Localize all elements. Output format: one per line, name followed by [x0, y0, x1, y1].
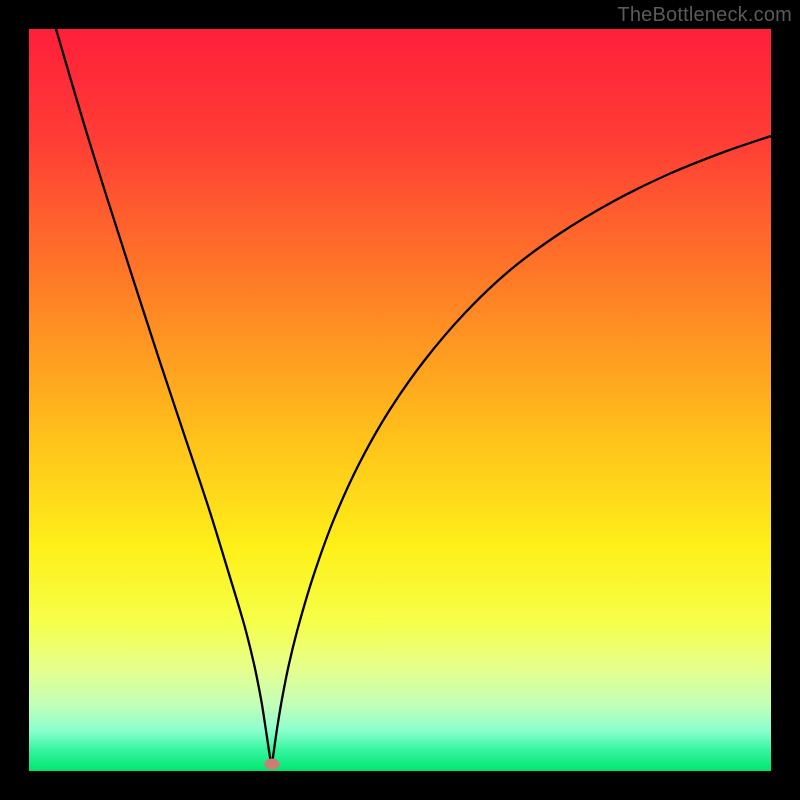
plot-area [29, 29, 771, 771]
min-marker [265, 759, 280, 770]
watermark-text: TheBottleneck.com [617, 4, 792, 27]
bottleneck-curve [29, 29, 771, 771]
